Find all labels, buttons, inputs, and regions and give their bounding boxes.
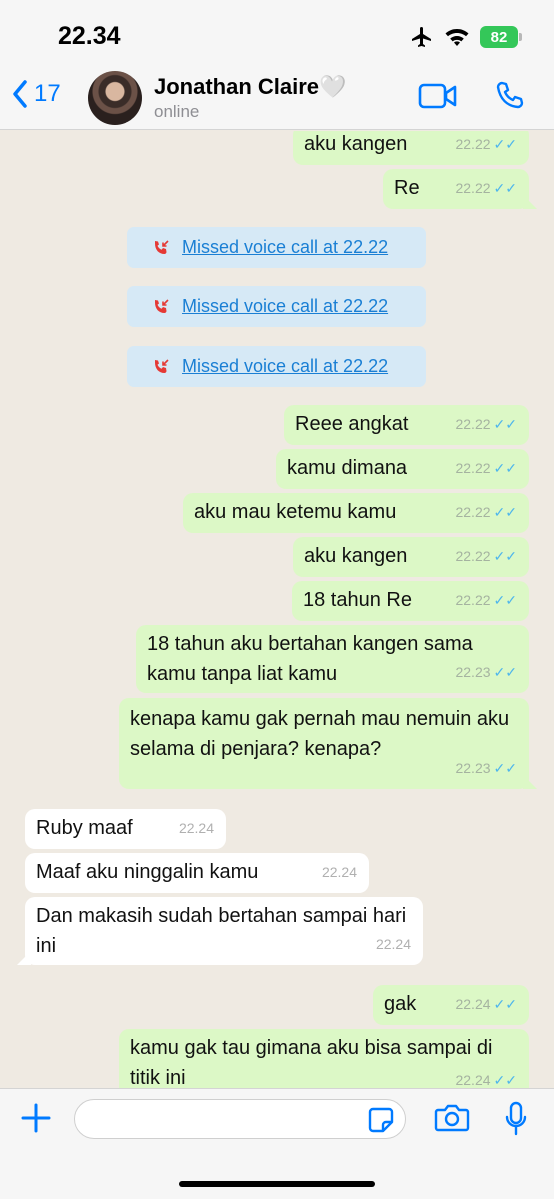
plus-icon	[21, 1103, 51, 1133]
missed-call-icon	[155, 239, 169, 254]
voice-call-button[interactable]	[494, 80, 526, 117]
message-meta: 22.24 ✓✓	[455, 1065, 517, 1088]
message-time: 22.24	[178, 820, 214, 836]
contact-name[interactable]: Jonathan Claire🤍	[154, 74, 346, 100]
camera-icon	[434, 1104, 470, 1132]
avatar[interactable]	[88, 71, 142, 125]
message-time: 22.22	[455, 592, 491, 608]
read-ticks-icon: ✓✓	[493, 136, 517, 152]
message-time: 22.22	[455, 416, 491, 432]
missed-call-icon	[155, 358, 169, 373]
back-button[interactable]: 17	[12, 80, 61, 108]
message-time: 22.22	[455, 136, 491, 152]
microphone-icon	[505, 1101, 527, 1136]
airplane-icon	[412, 27, 431, 47]
camera-button[interactable]	[434, 1103, 470, 1138]
message-text: Dan makasih sudah bertahan sampai hari i…	[36, 905, 407, 957]
missed-call-label[interactable]: Missed voice call at 22.22	[182, 356, 388, 377]
read-ticks-icon: ✓✓	[493, 504, 517, 520]
message-time: 22.22	[455, 180, 491, 196]
message-time: 22.23	[455, 760, 491, 776]
read-ticks-icon: ✓✓	[493, 548, 517, 564]
message-meta: 22.24 ✓✓	[455, 989, 517, 1019]
read-ticks-icon: ✓✓	[493, 592, 517, 608]
phone-icon	[496, 81, 524, 109]
input-bar	[0, 1088, 554, 1199]
message-meta: 22.23 ✓✓	[455, 753, 517, 783]
message-time: 22.22	[455, 460, 491, 476]
message-meta: 22.23 ✓✓	[455, 657, 517, 687]
sticker-icon	[368, 1107, 394, 1133]
message-bubble[interactable]: aku kangen 22.22 ✓✓	[293, 131, 529, 165]
sticker-button[interactable]	[368, 1107, 394, 1138]
read-ticks-icon: ✓✓	[493, 180, 517, 196]
message-meta: 22.24	[322, 857, 357, 887]
read-ticks-icon: ✓✓	[493, 1072, 517, 1088]
missed-call-notice[interactable]: Missed voice call at 22.22	[127, 286, 426, 327]
microphone-button[interactable]	[504, 1101, 528, 1142]
missed-call-notice[interactable]: Missed voice call at 22.22	[127, 346, 426, 387]
attach-button[interactable]	[20, 1102, 52, 1139]
message-bubble[interactable]: gak 22.24 ✓✓	[373, 985, 529, 1025]
message-time: 22.22	[455, 504, 491, 520]
read-ticks-icon: ✓✓	[493, 760, 517, 776]
bubble-tail	[17, 951, 31, 965]
read-ticks-icon: ✓✓	[493, 664, 517, 680]
home-indicator	[179, 1181, 375, 1187]
video-call-button[interactable]	[418, 82, 458, 115]
chat-header: 17 Jonathan Claire🤍 online	[0, 68, 554, 130]
wifi-icon	[445, 29, 469, 46]
read-ticks-icon: ✓✓	[493, 996, 517, 1012]
message-bubble[interactable]: kamu gak tau gimana aku bisa sampai di t…	[119, 1029, 529, 1088]
message-bubble[interactable]: Reee angkat 22.22 ✓✓	[284, 405, 529, 445]
message-bubble[interactable]: 18 tahun Re 22.22 ✓✓	[292, 581, 529, 621]
read-ticks-icon: ✓✓	[493, 416, 517, 432]
message-meta: 22.22 ✓✓	[455, 497, 517, 527]
message-time: 22.24	[455, 996, 491, 1012]
message-meta: 22.24	[376, 929, 411, 959]
message-meta: 22.22 ✓✓	[455, 173, 517, 203]
message-meta: 22.22 ✓✓	[455, 409, 517, 439]
battery-indicator: 82	[480, 26, 522, 48]
message-time: 22.22	[455, 548, 491, 564]
bubble-tail	[523, 195, 537, 209]
message-meta: 22.24	[179, 813, 214, 843]
message-meta: 22.22 ✓✓	[455, 131, 517, 159]
missed-call-icon	[155, 298, 169, 313]
missed-call-label[interactable]: Missed voice call at 22.22	[182, 296, 388, 317]
message-input[interactable]	[74, 1099, 406, 1139]
contact-status: online	[154, 102, 200, 121]
missed-call-notice[interactable]: Missed voice call at 22.22	[127, 227, 426, 268]
chat-area[interactable]: aku kangen 22.22 ✓✓ Re 22.22 ✓✓ Missed voi…	[0, 131, 554, 1088]
chevron-left-icon	[13, 80, 27, 108]
video-camera-icon	[418, 83, 457, 109]
message-bubble[interactable]: aku kangen 22.22 ✓✓	[293, 537, 529, 577]
status-time: 22.34	[58, 22, 121, 50]
read-ticks-icon: ✓✓	[493, 460, 517, 476]
message-time: 22.24	[321, 864, 357, 880]
battery-level: 82	[490, 28, 508, 46]
message-bubble[interactable]: aku mau ketemu kamu 22.22 ✓✓	[183, 493, 529, 533]
status-icons: 82	[410, 24, 522, 50]
message-bubble[interactable]: kamu dimana 22.22 ✓✓	[276, 449, 529, 489]
message-meta: 22.22 ✓✓	[455, 453, 517, 483]
message-bubble[interactable]: kenapa kamu gak pernah mau nemuin aku se…	[119, 698, 537, 789]
message-text: Maaf aku ninggalin kamu	[36, 861, 259, 883]
message-bubble[interactable]: Re 22.22 ✓✓	[383, 169, 537, 209]
missed-call-label[interactable]: Missed voice call at 22.22	[182, 237, 388, 258]
back-count: 17	[34, 80, 61, 107]
message-bubble[interactable]: 18 tahun aku bertahan kangen sama kamu t…	[136, 625, 529, 693]
message-time: 22.24	[375, 936, 411, 952]
message-meta: 22.22 ✓✓	[455, 541, 517, 571]
message-time: 22.24	[455, 1072, 491, 1088]
message-meta: 22.22 ✓✓	[455, 585, 517, 615]
message-bubble[interactable]: Dan makasih sudah bertahan sampai hari i…	[17, 897, 423, 965]
message-bubble[interactable]: Maaf aku ninggalin kamu 22.24	[25, 853, 369, 893]
message-time: 22.23	[455, 664, 491, 680]
status-bar: 22.34 82	[0, 0, 554, 68]
bubble-tail	[523, 775, 537, 789]
message-bubble[interactable]: Ruby maaf 22.24	[25, 809, 226, 849]
